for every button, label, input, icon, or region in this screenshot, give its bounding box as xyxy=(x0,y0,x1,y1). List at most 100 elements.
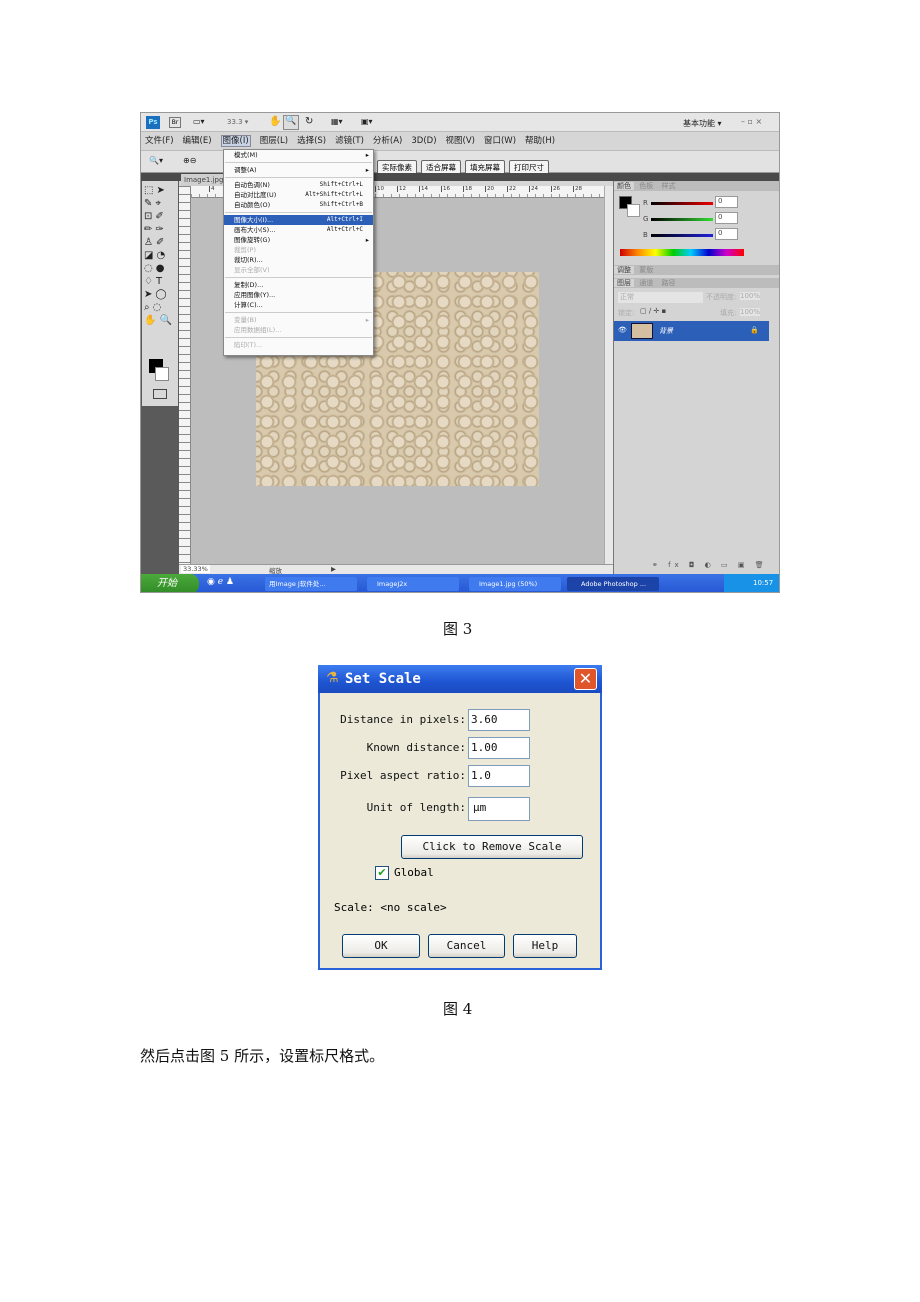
menu-item[interactable]: 应用图像(Y)... xyxy=(224,290,373,300)
zoom-tool-icon[interactable]: 🔍 xyxy=(283,115,299,130)
status-zoom[interactable]: 33.33% xyxy=(181,565,210,573)
remove-scale-button[interactable]: Click to Remove Scale xyxy=(401,835,583,859)
help-button[interactable]: Help xyxy=(513,934,577,958)
menu-item[interactable]: 自动颜色(O) Shift+Ctrl+B xyxy=(224,200,373,210)
menu-file[interactable]: 文件(F) xyxy=(145,136,174,146)
microscope-icon: ⚗ xyxy=(326,670,339,686)
menu-layer[interactable]: 图层(L) xyxy=(260,136,288,146)
menu-item[interactable]: 自动色调(N) Shift+Ctrl+L xyxy=(224,180,373,190)
menu-item[interactable]: 复制(D)... xyxy=(224,280,373,290)
menu-item-label: 变量(B) xyxy=(234,316,257,324)
taskbar-item-doc[interactable]: 用Image J软件处... xyxy=(265,577,357,591)
quick-mask-icon[interactable] xyxy=(153,389,167,399)
menu-item[interactable]: 计算(C)... xyxy=(224,300,373,310)
menu-item-label: 自动色调(N) xyxy=(234,181,270,189)
b-value[interactable]: 0 xyxy=(715,228,738,240)
global-checkbox[interactable]: ✔ xyxy=(375,866,389,880)
vertical-scrollbar[interactable] xyxy=(604,186,613,564)
submenu-arrow-icon: ▸ xyxy=(365,166,369,174)
workspace-switcher[interactable]: 基本功能 ▾ xyxy=(683,118,722,129)
field-input[interactable]: μm xyxy=(468,797,530,821)
layer-action-icons[interactable]: ⚭ fx ◘ ◐ ▭ ▣ 🗑 xyxy=(652,561,768,569)
blend-mode-select[interactable]: 正常 xyxy=(618,292,703,303)
status-arrow-icon[interactable]: ▶ xyxy=(331,565,336,573)
menu-item[interactable]: 自动对比度(U) Alt+Shift+Ctrl+L xyxy=(224,190,373,200)
ok-button[interactable]: OK xyxy=(342,934,420,958)
menu-item[interactable]: 模式(M) ▸ xyxy=(224,150,373,160)
menu-item[interactable]: 图像大小(I)... Alt+Ctrl+I xyxy=(224,215,373,225)
menu-select[interactable]: 选择(S) xyxy=(297,136,326,146)
menu-item-label: 图像旋转(G) xyxy=(234,236,271,244)
taskbar-item-photoshop[interactable]: Adobe Photoshop ... xyxy=(567,577,659,591)
ruler-tick-label: 24 xyxy=(529,186,538,192)
zoom-level[interactable]: 33.3 ▾ xyxy=(227,118,248,126)
g-slider[interactable] xyxy=(651,218,713,221)
ruler-tick-label: 12 xyxy=(397,186,406,192)
menu-item[interactable]: 变量(B) ▸ xyxy=(224,315,373,325)
cancel-button[interactable]: Cancel xyxy=(428,934,505,958)
menu-help[interactable]: 帮助(H) xyxy=(525,136,555,146)
b-slider[interactable] xyxy=(651,234,713,237)
g-value[interactable]: 0 xyxy=(715,212,738,224)
menu-3d[interactable]: 3D(D) xyxy=(411,136,436,146)
menu-view[interactable]: 视图(V) xyxy=(446,136,475,146)
menu-item[interactable]: 图像旋转(G) ▸ xyxy=(224,235,373,245)
menu-image[interactable]: 图像(I) xyxy=(220,135,251,147)
document-tab[interactable]: Image1.jpg xyxy=(181,174,225,186)
menu-separator xyxy=(225,162,372,163)
layers-panel-tabs: 图层 通道 路径 xyxy=(614,278,779,288)
background-color[interactable] xyxy=(155,367,169,381)
opacity-value[interactable]: 100% xyxy=(740,292,761,300)
ruler-tick-label: 10 xyxy=(375,186,384,192)
menu-item[interactable]: 应用数据组(L)... xyxy=(224,325,373,335)
tab-swatches[interactable]: 色板 xyxy=(636,182,656,190)
menu-item-label: 裁切(R)... xyxy=(234,256,263,264)
zoom-tool-preset-icon[interactable]: 🔍▾ xyxy=(149,156,163,165)
arrange-icon[interactable]: ▦▾ xyxy=(331,117,343,126)
window-controls[interactable]: – ▫ × xyxy=(741,117,762,126)
field-input[interactable]: 3.60 xyxy=(468,709,530,731)
menu-edit[interactable]: 编辑(E) xyxy=(183,136,212,146)
menu-filter[interactable]: 滤镜(T) xyxy=(335,136,364,146)
close-button[interactable]: ✕ xyxy=(574,668,597,690)
field-input[interactable]: 1.00 xyxy=(468,737,530,759)
menu-item[interactable]: 裁切(R)... xyxy=(224,255,373,265)
bg-swatch[interactable] xyxy=(627,204,640,217)
screen-icon[interactable]: ▣▾ xyxy=(361,117,373,126)
hand-icon[interactable]: ✋ xyxy=(269,116,281,127)
menu-item[interactable]: 调整(A) ▸ xyxy=(224,165,373,175)
menu-separator xyxy=(225,177,372,178)
visibility-eye-icon[interactable]: 👁 xyxy=(618,326,627,334)
taskbar-item-imagej[interactable]: ImageJ2x xyxy=(367,577,459,591)
b-label: B xyxy=(643,231,648,239)
taskbar-item-image1[interactable]: Image1.jpg (50%) xyxy=(469,577,561,591)
menu-item[interactable]: 显示全部(V) xyxy=(224,265,373,275)
field-input[interactable]: 1.0 xyxy=(468,765,530,787)
tab-layers[interactable]: 图层 xyxy=(614,279,634,287)
lock-label: 锁定: xyxy=(618,309,635,317)
screen-mode-icon[interactable]: ▭▾ xyxy=(193,117,205,126)
bridge-logo[interactable]: Br xyxy=(169,117,181,128)
color-spectrum[interactable] xyxy=(620,249,744,256)
r-slider[interactable] xyxy=(651,202,713,205)
lock-icons[interactable]: ▢ ∕ ✛ ▪ xyxy=(640,307,666,315)
layer-name: 背景 xyxy=(659,327,673,335)
tab-masks[interactable]: 蒙版 xyxy=(636,266,656,274)
r-value[interactable]: 0 xyxy=(715,196,738,208)
tab-paths[interactable]: 路径 xyxy=(658,279,678,287)
layer-row-background[interactable]: 👁 背景 🔒 xyxy=(614,321,769,341)
tab-adjustments[interactable]: 调整 xyxy=(614,266,634,274)
zoom-in-out-icons[interactable]: ⊕⊖ xyxy=(183,156,196,165)
menu-item[interactable]: 裁剪(P) xyxy=(224,245,373,255)
start-button[interactable]: 开始 xyxy=(141,574,199,592)
fill-value[interactable]: 100% xyxy=(740,308,761,316)
menu-item[interactable]: 陷印(T)... xyxy=(224,340,373,350)
tab-channels[interactable]: 通道 xyxy=(636,279,656,287)
menu-item[interactable]: 画布大小(S)... Alt+Ctrl+C xyxy=(224,225,373,235)
tab-color[interactable]: 颜色 xyxy=(614,182,634,190)
rotate-view-icon[interactable]: ↻ xyxy=(305,116,313,127)
tab-styles[interactable]: 样式 xyxy=(658,182,678,190)
menu-window[interactable]: 窗口(W) xyxy=(484,136,516,146)
quicklaunch-icons[interactable]: ◉ ℯ ♟ xyxy=(207,577,234,587)
menu-analysis[interactable]: 分析(A) xyxy=(373,136,402,146)
